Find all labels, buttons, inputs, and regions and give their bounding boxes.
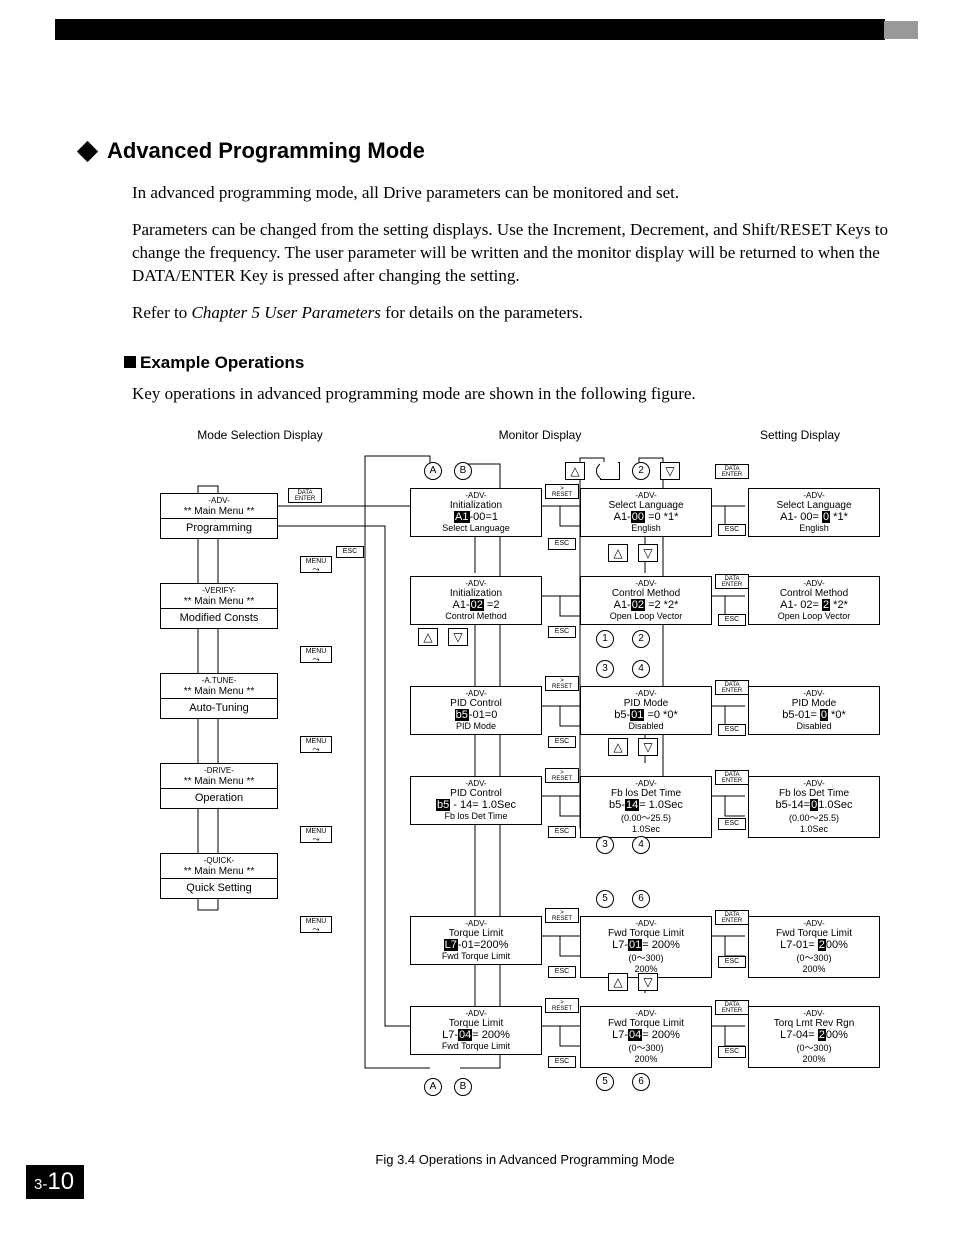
paragraph-2: Parameters can be changed from the setti… <box>80 219 895 288</box>
circle-4-bot: 4 <box>632 836 650 854</box>
up-key[interactable]: △ <box>418 628 438 646</box>
col-header-3: Setting Display <box>720 428 880 442</box>
reset-key-1[interactable]: >RESET <box>545 484 579 499</box>
mid-a1-00: -ADV-InitializationA1-00=1Select Languag… <box>410 488 542 537</box>
data-enter-key-r1[interactable]: DATAENTER <box>715 464 749 479</box>
subheading: Example Operations <box>124 353 895 373</box>
mid-b5-01: -ADV-PID Controlb5-01=0PID Mode <box>410 686 542 735</box>
reset-key-5[interactable]: >RESET <box>545 998 579 1013</box>
circle-3-bot: 3 <box>596 836 614 854</box>
esc-key-r4[interactable]: ESC <box>718 818 746 830</box>
down-key-m3[interactable]: ▽ <box>638 973 658 991</box>
esc-key-5[interactable]: ESC <box>548 966 576 978</box>
set-l7-01: -ADV-Fwd Torque LimitL7-01= 200%(0～300)2… <box>748 916 880 978</box>
data-enter-key-r6[interactable]: DATAENTER <box>715 1000 749 1015</box>
mon-a1-02: -ADV-Control MethodA1-02 =2 *2*Open Loop… <box>580 576 712 625</box>
set-l7-04: -ADV-Torq Lmt Rev RgnL7-04= 200%(0～300)2… <box>748 1006 880 1068</box>
set-b5-14: -ADV-Fb los Det Timeb5-14=01.0Sec(0.00～2… <box>748 776 880 838</box>
down-key-m1[interactable]: ▽ <box>638 544 658 562</box>
col-header-1: Mode Selection Display <box>160 428 360 442</box>
menu-key-2[interactable]: MENU⤳ <box>300 646 332 663</box>
circle-2-bot: 2 <box>632 630 650 648</box>
circle-1-bot: 1 <box>596 630 614 648</box>
menu-modified-consts: -VERIFY-** Main Menu **Modified Consts <box>160 583 278 629</box>
esc-key-6[interactable]: ESC <box>548 1056 576 1068</box>
circle-A-top: A <box>424 462 442 480</box>
mon-b5-14: -ADV-Fb los Det Timeb5-14= 1.0Sec(0.00～2… <box>580 776 712 838</box>
chapter-tab <box>884 21 918 39</box>
data-enter-key-r4[interactable]: DATAENTER <box>715 770 749 785</box>
down-key-m2[interactable]: ▽ <box>638 738 658 756</box>
mid-b5-14: -ADV-PID Controlb5 - 14= 1.0SecFb los De… <box>410 776 542 825</box>
circle-A-bot: A <box>424 1078 442 1096</box>
up-key-top[interactable]: △ <box>565 462 585 480</box>
esc-key[interactable]: ESC <box>336 546 364 558</box>
esc-key-2[interactable]: ESC <box>548 626 576 638</box>
up-key-m2[interactable]: △ <box>608 738 628 756</box>
set-a1-02: -ADV-Control MethodA1- 02= 2 *2*Open Loo… <box>748 576 880 625</box>
mid-a1-02: -ADV-InitializationA1-02 =2Control Metho… <box>410 576 542 625</box>
page-number: 3-10 <box>26 1165 84 1199</box>
up-key-m3[interactable]: △ <box>608 973 628 991</box>
col-header-2: Monitor Display <box>460 428 620 442</box>
data-enter-key-r2[interactable]: DATAENTER <box>715 574 749 589</box>
data-enter-key-r3[interactable]: DATAENTER <box>715 680 749 695</box>
data-enter-key[interactable]: DATAENTER <box>288 488 322 503</box>
figure-3-4: Mode Selection Display Monitor Display S… <box>160 428 890 1123</box>
esc-key-4[interactable]: ESC <box>548 826 576 838</box>
paragraph-3: Refer to Chapter 5 User Parameters for d… <box>80 302 895 325</box>
reset-key-3[interactable]: >RESET <box>545 768 579 783</box>
figure-caption: Fig 3.4 Operations in Advanced Programmi… <box>160 1152 890 1167</box>
circle-5-top: 5 <box>596 890 614 908</box>
menu-quick-setting: -QUICK-** Main Menu **Quick Setting <box>160 853 278 899</box>
menu-auto-tuning: -A.TUNE-** Main Menu **Auto-Tuning <box>160 673 278 719</box>
set-a1-00: -ADV-Select LanguageA1- 00= 0 *1*English <box>748 488 880 537</box>
esc-key-r5[interactable]: ESC <box>718 956 746 968</box>
esc-key-1[interactable]: ESC <box>548 538 576 550</box>
reset-key-2[interactable]: >RESET <box>545 676 579 691</box>
set-b5-01: -ADV-PID Modeb5-01= 0 *0*Disabled <box>748 686 880 735</box>
square-icon <box>124 356 136 368</box>
menu-key-1[interactable]: MENU⤳ <box>300 556 332 573</box>
mon-a1-00: -ADV-Select LanguageA1-00 =0 *1*English <box>580 488 712 537</box>
circle-5-bot: 5 <box>596 1073 614 1091</box>
esc-key-r2[interactable]: ESC <box>718 614 746 626</box>
mon-l7-01: -ADV-Fwd Torque LimitL7-01= 200%(0～300)2… <box>580 916 712 978</box>
circle-4-top: 4 <box>632 660 650 678</box>
circle-B-bot: B <box>454 1078 472 1096</box>
paragraph-1: In advanced programming mode, all Drive … <box>80 182 895 205</box>
circle-2-top: 2 <box>632 462 650 480</box>
down-key-top[interactable]: ▽ <box>660 462 680 480</box>
section-heading: Advanced Programming Mode <box>80 138 895 164</box>
menu-programming: -ADV-** Main Menu **Programming <box>160 493 278 539</box>
mon-b5-01: -ADV-PID Modeb5-01 =0 *0*Disabled <box>580 686 712 735</box>
heading-text: Advanced Programming Mode <box>107 138 425 164</box>
mid-l7-04: -ADV-Torque LimitL7-04= 200%Fwd Torque L… <box>410 1006 542 1055</box>
circle-6-bot: 6 <box>632 1073 650 1091</box>
circle-3-top: 3 <box>596 660 614 678</box>
menu-key-5[interactable]: MENU⤳ <box>300 916 332 933</box>
reset-key-4[interactable]: >RESET <box>545 908 579 923</box>
circle-6-top: 6 <box>632 890 650 908</box>
paragraph-4: Key operations in advanced programming m… <box>80 383 895 406</box>
header-rule <box>55 19 885 40</box>
esc-key-3[interactable]: ESC <box>548 736 576 748</box>
mon-l7-04: -ADV-Fwd Torque LimitL7-04= 200%(0～300)2… <box>580 1006 712 1068</box>
esc-key-r6[interactable]: ESC <box>718 1046 746 1058</box>
menu-key-3[interactable]: MENU⤳ <box>300 736 332 753</box>
diamond-icon <box>77 140 98 161</box>
circle-B-top: B <box>454 462 472 480</box>
esc-key-r3[interactable]: ESC <box>718 724 746 736</box>
data-enter-key-r5[interactable]: DATAENTER <box>715 910 749 925</box>
menu-key-4[interactable]: MENU⤳ <box>300 826 332 843</box>
menu-operation: -DRIVE-** Main Menu **Operation <box>160 763 278 809</box>
down-key[interactable]: ▽ <box>448 628 468 646</box>
up-key-m1[interactable]: △ <box>608 544 628 562</box>
mid-l7-01: -ADV-Torque LimitL7-01=200%Fwd Torque Li… <box>410 916 542 965</box>
esc-key-r1[interactable]: ESC <box>718 524 746 536</box>
